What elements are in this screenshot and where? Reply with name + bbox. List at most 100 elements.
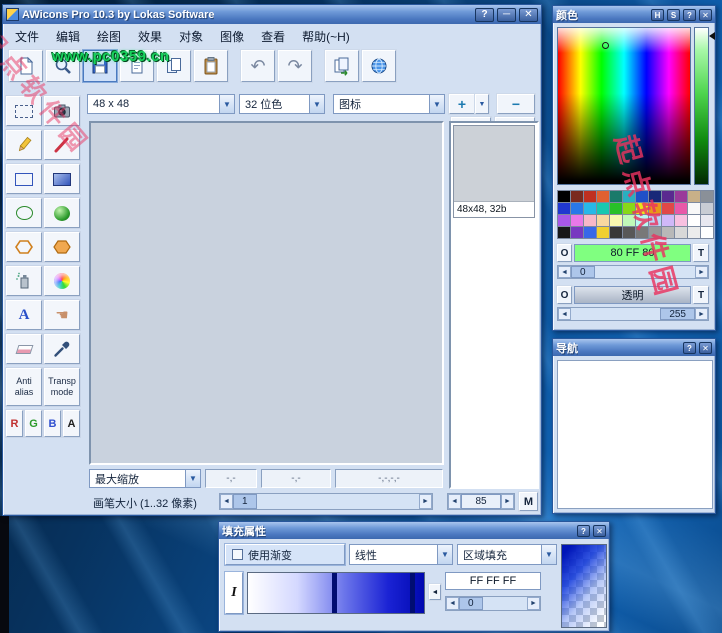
- gradient-editor[interactable]: [247, 572, 425, 614]
- foreground-alpha-value[interactable]: 0: [571, 266, 595, 278]
- color-panel-close-button[interactable]: ✕: [699, 8, 712, 21]
- background-options-button[interactable]: O: [557, 286, 572, 304]
- foreground-options-button[interactable]: O: [557, 244, 572, 262]
- zoom-combo[interactable]: 最大缩放 ▼: [89, 469, 201, 488]
- add-image-button[interactable]: +: [449, 94, 475, 114]
- eraser-tool[interactable]: [6, 334, 42, 364]
- background-alpha-slider[interactable]: ◄ 255 ►: [557, 307, 709, 321]
- right-arrow-icon[interactable]: ►: [695, 308, 708, 320]
- color-depth-combo[interactable]: 32 位色 ▼: [239, 94, 325, 114]
- left-arrow-icon[interactable]: ◄: [446, 597, 459, 610]
- web-button[interactable]: [362, 50, 396, 82]
- right-arrow-icon[interactable]: ►: [419, 494, 432, 509]
- redo-button[interactable]: ↷: [278, 50, 312, 82]
- smudge-tool[interactable]: [44, 266, 80, 296]
- image-list[interactable]: 48x48, 32b: [449, 121, 539, 489]
- color-marker[interactable]: [602, 42, 609, 49]
- background-alpha-value[interactable]: 255: [660, 308, 695, 320]
- antialias-toggle[interactable]: Anti alias: [6, 368, 42, 406]
- palette-swatch[interactable]: [609, 226, 623, 239]
- palette-swatch[interactable]: [570, 226, 584, 239]
- help-button[interactable]: ?: [475, 7, 494, 22]
- brightness-marker-icon[interactable]: [709, 32, 715, 40]
- menu-help[interactable]: 帮助(~H): [294, 26, 358, 47]
- left-arrow-icon[interactable]: ◄: [220, 494, 233, 509]
- image-list-item-selected[interactable]: 48x48, 32b: [453, 125, 535, 218]
- nav-panel-help-button[interactable]: ?: [683, 341, 696, 354]
- image-type-combo[interactable]: 图标 ▼: [333, 94, 445, 114]
- nav-panel-titlebar[interactable]: 导航 ? ✕: [553, 339, 715, 356]
- remove-image-button[interactable]: −: [497, 94, 535, 114]
- color-panel-s-button[interactable]: S: [667, 8, 680, 21]
- fill-dialog-help-button[interactable]: ?: [577, 524, 590, 537]
- use-gradient-checkbox[interactable]: [232, 549, 243, 560]
- export-button[interactable]: [325, 50, 359, 82]
- channel-green-toggle[interactable]: G: [25, 410, 42, 437]
- menu-image[interactable]: 图像: [212, 26, 252, 47]
- palette-swatch[interactable]: [700, 226, 714, 239]
- invert-gradient-button[interactable]: I: [225, 572, 243, 614]
- polygon-filled-tool[interactable]: [44, 232, 80, 262]
- pencil-tool[interactable]: [6, 130, 42, 160]
- palette-swatch[interactable]: [583, 226, 597, 239]
- right-arrow-icon[interactable]: ►: [501, 494, 514, 509]
- previous-stop-button[interactable]: ◄: [429, 584, 441, 600]
- brush-size-slider[interactable]: ◄ 1 ►: [219, 493, 433, 510]
- transparent-mode-toggle[interactable]: Transp mode: [44, 368, 80, 406]
- ellipse-outline-tool[interactable]: [6, 198, 42, 228]
- menu-draw[interactable]: 绘图: [89, 26, 129, 47]
- gradient-type-combo[interactable]: 线性 ▼: [349, 544, 453, 565]
- foreground-transparent-button[interactable]: T: [693, 244, 709, 262]
- paste-button[interactable]: [194, 50, 228, 82]
- channel-blue-toggle[interactable]: B: [44, 410, 61, 437]
- undo-button[interactable]: ↶: [241, 50, 275, 82]
- nav-panel-close-button[interactable]: ✕: [699, 341, 712, 354]
- color-panel-titlebar[interactable]: 颜色 H S ? ✕: [553, 6, 715, 23]
- drawing-canvas[interactable]: [89, 121, 444, 465]
- spray-tool[interactable]: [6, 266, 42, 296]
- stop-alpha-slider[interactable]: ◄ 0 ►: [445, 596, 541, 611]
- gradient-stop-marker[interactable]: [409, 573, 415, 613]
- menu-effects[interactable]: 效果: [130, 26, 170, 47]
- navigation-preview[interactable]: [557, 360, 713, 509]
- brightness-slider[interactable]: [694, 27, 709, 185]
- fill-dialog-close-button[interactable]: ✕: [593, 524, 606, 537]
- background-transparent-button[interactable]: T: [693, 286, 709, 304]
- left-arrow-icon[interactable]: ◄: [558, 308, 571, 320]
- palette-swatch[interactable]: [674, 226, 688, 239]
- channel-alpha-toggle[interactable]: A: [63, 410, 80, 437]
- menu-edit[interactable]: 编辑: [48, 26, 88, 47]
- ellipse-filled-tool[interactable]: [44, 198, 80, 228]
- gradient-stop-marker[interactable]: [332, 573, 338, 613]
- stop-alpha-value[interactable]: 0: [459, 597, 483, 610]
- left-arrow-icon[interactable]: ◄: [558, 266, 571, 278]
- slider-track[interactable]: [483, 597, 527, 610]
- polygon-outline-tool[interactable]: [6, 232, 42, 262]
- icon-size-combo[interactable]: 48 x 48 ▼: [87, 94, 235, 114]
- main-titlebar[interactable]: AWicons Pro 10.3 by Lokas Software ? ─ ✕: [3, 5, 541, 24]
- right-arrow-icon[interactable]: ►: [527, 597, 540, 610]
- m-button[interactable]: M: [519, 492, 538, 511]
- eyedropper-tool[interactable]: [44, 334, 80, 364]
- close-button[interactable]: ✕: [519, 7, 538, 22]
- minimize-button[interactable]: ─: [497, 7, 516, 22]
- palette-swatch[interactable]: [596, 226, 610, 239]
- rectangle-filled-tool[interactable]: [44, 164, 80, 194]
- channel-red-toggle[interactable]: R: [6, 410, 23, 437]
- tolerance-spinner[interactable]: ◄ 85 ►: [447, 493, 515, 510]
- tolerance-value[interactable]: 85: [461, 494, 501, 509]
- palette-swatch[interactable]: [687, 226, 701, 239]
- add-image-dropdown[interactable]: ▼: [475, 94, 489, 114]
- text-tool[interactable]: A: [6, 300, 42, 330]
- menu-view[interactable]: 查看: [253, 26, 293, 47]
- stop-color-field[interactable]: FF FF FF: [445, 572, 541, 590]
- fill-mode-combo[interactable]: 区域填充 ▼: [457, 544, 557, 565]
- menu-object[interactable]: 对象: [171, 26, 211, 47]
- use-gradient-toggle[interactable]: 使用渐变: [225, 544, 345, 565]
- slider-track[interactable]: [571, 308, 660, 320]
- color-panel-h-button[interactable]: H: [651, 8, 664, 21]
- color-panel-help-button[interactable]: ?: [683, 8, 696, 21]
- rectangle-outline-tool[interactable]: [6, 164, 42, 194]
- right-arrow-icon[interactable]: ►: [695, 266, 708, 278]
- brush-size-track[interactable]: [257, 494, 419, 509]
